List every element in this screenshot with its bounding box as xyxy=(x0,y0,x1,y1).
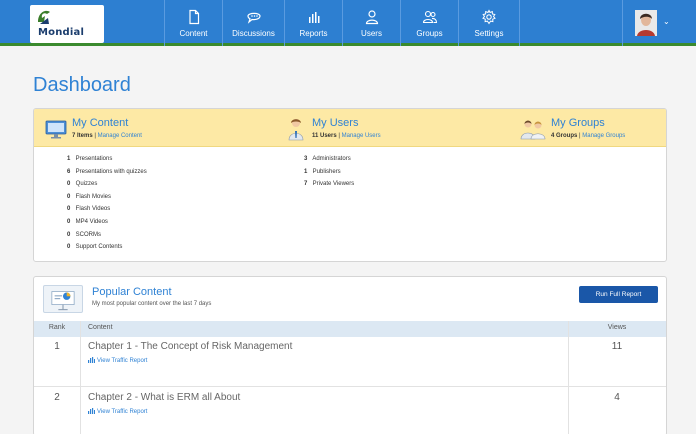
presentation-icon xyxy=(43,285,83,313)
row-views: 4 xyxy=(614,392,620,403)
bar-chart-icon xyxy=(308,12,319,23)
table-row: 2 Chapter 2 - What is ERM all About View… xyxy=(34,388,666,434)
row-views: 11 xyxy=(611,341,623,352)
nav-users-label: Users xyxy=(361,29,382,38)
my-groups-subline: 4 Groups | Manage Groups xyxy=(551,133,625,139)
manage-groups-link[interactable]: Manage Groups xyxy=(582,133,625,139)
list-item: 0 Flash Videos xyxy=(67,206,111,213)
list-item: 6 Presentations with quizzes xyxy=(67,168,147,175)
summary-panel: My Content 7 Items | Manage Content My U… xyxy=(33,108,667,262)
list-item: 0 Quizzes xyxy=(67,181,98,188)
nav-settings-label: Settings xyxy=(474,29,504,38)
nav-settings[interactable]: Settings xyxy=(458,0,520,46)
list-item: 0 MP4 Videos xyxy=(67,218,108,225)
page-title: Dashboard xyxy=(33,74,131,96)
column-divider xyxy=(568,321,569,434)
nav-reports-label: Reports xyxy=(299,29,328,38)
user-person-icon xyxy=(288,119,304,141)
user-photo-icon xyxy=(635,10,657,36)
view-traffic-report-link[interactable]: View Traffic Report xyxy=(88,357,147,364)
chat-icon xyxy=(246,12,261,24)
monitor-icon xyxy=(45,120,67,139)
run-full-report-button[interactable]: Run Full Report xyxy=(579,286,658,303)
main-nav: Content Discussions Reports Users Groups… xyxy=(164,0,520,46)
my-users-group: My Users 11 Users | Manage Users xyxy=(284,109,504,147)
user-stats-list: 3 Administrators 1 Publishers 7 Private … xyxy=(304,153,354,191)
popular-content-panel: Popular Content My most popular content … xyxy=(33,276,667,434)
list-item: 0 Support Contents xyxy=(67,244,123,251)
column-header-content[interactable]: Content xyxy=(88,324,113,331)
user-group-icon xyxy=(520,120,546,140)
nav-users[interactable]: Users xyxy=(342,0,400,46)
nav-reports[interactable]: Reports xyxy=(284,0,342,46)
my-groups-separator: | xyxy=(579,133,581,139)
list-item: 3 Administrators xyxy=(304,156,351,162)
gear-icon xyxy=(482,9,496,25)
row-content-title[interactable]: Chapter 2 - What is ERM all About xyxy=(88,392,240,403)
bar-chart-icon xyxy=(88,408,95,414)
mondial-logo[interactable]: Mondial xyxy=(30,5,104,43)
user-icon xyxy=(365,10,378,25)
my-users-subline: 11 Users | Manage Users xyxy=(312,133,381,139)
list-item: 1 Publishers xyxy=(304,168,341,175)
nav-discussions[interactable]: Discussions xyxy=(222,0,284,46)
my-groups-count: 4 Groups xyxy=(551,133,578,139)
list-item: 7 Private Viewers xyxy=(304,181,355,188)
view-traffic-report-link[interactable]: View Traffic Report xyxy=(88,408,147,415)
row-content-title[interactable]: Chapter 1 - The Concept of Risk Manageme… xyxy=(88,341,292,352)
summary-header: My Content 7 Items | Manage Content My U… xyxy=(34,109,666,147)
row-rank: 2 xyxy=(54,392,60,403)
my-users-title[interactable]: My Users xyxy=(312,117,358,129)
manage-content-link[interactable]: Manage Content xyxy=(98,133,142,139)
manage-users-link[interactable]: Manage Users xyxy=(342,133,381,139)
nav-groups[interactable]: Groups xyxy=(400,0,458,46)
profile-menu[interactable]: ⌄ xyxy=(622,0,696,46)
my-content-count: 7 Items xyxy=(72,133,93,139)
logo-wordmark: Mondial xyxy=(38,27,85,38)
nav-discussions-label: Discussions xyxy=(232,29,275,38)
document-icon xyxy=(188,9,199,25)
list-item: 0 Flash Movies xyxy=(67,193,112,200)
my-content-subline: 7 Items | Manage Content xyxy=(72,133,142,139)
nav-content-label: Content xyxy=(179,29,208,38)
popular-content-header: Popular Content My most popular content … xyxy=(34,277,666,321)
column-header-rank[interactable]: Rank xyxy=(34,324,80,331)
popular-content-title: Popular Content xyxy=(92,286,172,298)
bar-chart-icon xyxy=(88,357,95,363)
top-navigation-bar: Mondial Content Discussions Reports User… xyxy=(0,0,696,46)
row-rank: 1 xyxy=(54,341,60,352)
my-groups-title[interactable]: My Groups xyxy=(551,117,605,129)
content-stats-list: 1 Presentations 6 Presentations with qui… xyxy=(67,153,147,254)
my-content-separator: | xyxy=(94,133,96,139)
my-content-title[interactable]: My Content xyxy=(72,117,128,129)
nav-groups-label: Groups xyxy=(416,29,443,38)
my-content-group: My Content 7 Items | Manage Content xyxy=(44,109,264,147)
avatar[interactable] xyxy=(635,10,657,36)
table-header: Rank Content Views xyxy=(34,321,666,337)
popular-content-subtitle: My most popular content over the last 7 … xyxy=(92,301,212,307)
table-row: 1 Chapter 1 - The Concept of Risk Manage… xyxy=(34,337,666,387)
my-users-separator: | xyxy=(338,133,340,139)
nav-content[interactable]: Content xyxy=(164,0,222,46)
list-item: 0 SCORMs xyxy=(67,231,102,238)
column-divider xyxy=(80,321,81,434)
my-groups-group: My Groups 4 Groups | Manage Groups xyxy=(520,109,660,147)
column-header-views[interactable]: Views xyxy=(568,324,666,331)
my-users-count: 11 Users xyxy=(312,133,337,139)
list-item: 1 Presentations xyxy=(67,156,113,162)
users-group-icon xyxy=(422,10,437,24)
logo-mark-icon xyxy=(38,10,50,24)
chevron-down-icon[interactable]: ⌄ xyxy=(663,17,670,26)
